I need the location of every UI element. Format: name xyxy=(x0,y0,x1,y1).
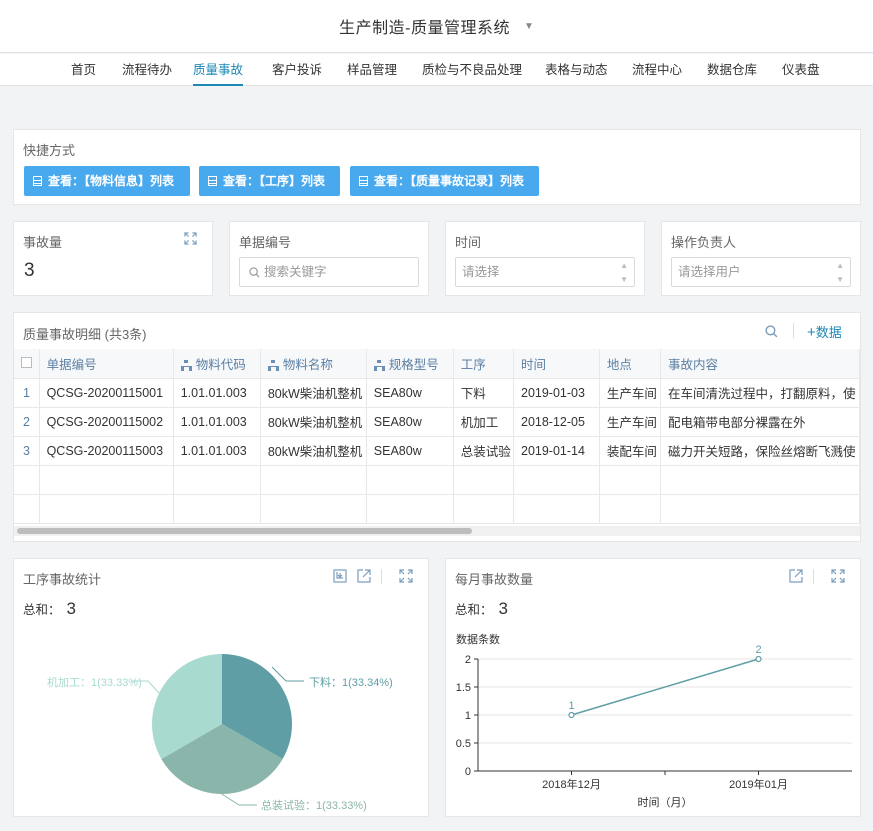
pie-panel-title: 工序事故统计 xyxy=(23,572,102,587)
data-label: 1 xyxy=(568,700,574,712)
owner-filter-card: 操作负责人 请选择用户 ▲ ▼ xyxy=(661,221,861,296)
time-filter-card: 时间 请选择 ▲ ▼ xyxy=(445,221,645,296)
table-row[interactable]: 2 QCSG-20200115002 1.01.01.003 80kW柴油机整机 SEA… xyxy=(14,407,860,437)
col-location[interactable]: 地点 xyxy=(599,349,661,379)
count-label: 事故量 xyxy=(23,235,63,250)
nav-quality-incident[interactable]: 质量事故 xyxy=(193,54,244,86)
col-time[interactable]: 时间 xyxy=(513,349,600,379)
incident-count-card: 事故量 3 xyxy=(13,221,213,296)
nav-samples[interactable]: 样品管理 xyxy=(347,54,397,86)
nav-tables[interactable]: 表格与动态 xyxy=(545,54,608,86)
hierarchy-icon xyxy=(180,359,192,371)
y-axis-label: 数据条数 xyxy=(456,632,500,646)
open-external-icon[interactable] xyxy=(357,569,371,583)
table-row[interactable]: 1 QCSG-20200115001 1.01.01.003 80kW柴油机整机 SEA… xyxy=(14,378,860,408)
shortcuts-title: 快捷方式 xyxy=(23,143,76,158)
nav-process-center[interactable]: 流程中心 xyxy=(632,54,682,86)
table-icon xyxy=(359,176,368,186)
horizontal-scrollbar[interactable] xyxy=(14,526,860,536)
download-icon[interactable] xyxy=(333,569,347,583)
monthly-incident-panel: 每月事故数量 总和： 3 数据条数 0 0.5 1 1.5 2 2018年12月 2019年01… xyxy=(445,558,861,817)
pie-label: 下料：1(33.34%) xyxy=(309,675,393,689)
expand-icon[interactable] xyxy=(184,232,197,245)
x-axis-label: 时间（月） xyxy=(638,796,693,809)
y-tick-label: 0.5 xyxy=(456,738,471,750)
incident-table-card: 质量事故明细 (共3条) +数据 单据编号 物料代码 物料名称 规格型号 工序 … xyxy=(13,312,861,542)
pie-chart: 下料：1(33.34%) 总装试验：1(33.33%) 机加工：1(33.33%) xyxy=(47,654,393,812)
add-data-button[interactable]: +数据 xyxy=(807,322,842,341)
expand-icon[interactable] xyxy=(399,569,413,583)
time-select[interactable]: 请选择 ▲ ▼ xyxy=(455,257,635,287)
view-process-button[interactable]: 查看：【工序】列表 xyxy=(199,166,340,196)
plus-icon: + xyxy=(807,324,816,341)
hierarchy-icon xyxy=(373,359,385,371)
doc-no-search-input[interactable]: 搜索关键字 xyxy=(239,257,419,287)
table-icon xyxy=(33,176,42,186)
divider xyxy=(793,323,794,338)
shortcuts-panel: 快捷方式 查看：【物料信息】列表 查看：【工序】列表 查看：【质量事故记录】列表 xyxy=(13,129,861,205)
empty-row xyxy=(14,465,860,495)
expand-icon[interactable] xyxy=(831,569,845,583)
nav-complaints[interactable]: 客户投诉 xyxy=(272,54,322,86)
open-external-icon[interactable] xyxy=(789,569,803,583)
owner-select[interactable]: 请选择用户 ▲ ▼ xyxy=(671,257,851,287)
table-row[interactable]: 3 QCSG-20200115003 1.01.01.003 80kW柴油机整机 SEA… xyxy=(14,436,860,466)
nav-dashboard[interactable]: 仪表盘 xyxy=(782,54,820,86)
x-tick-label: 2018年12月 xyxy=(542,777,601,791)
main-nav: 首页 流程待办 质量事故 客户投诉 样品管理 质检与不良品处理 表格与动态 流程… xyxy=(0,54,873,86)
data-label: 2 xyxy=(755,644,761,656)
table-icon xyxy=(208,176,217,186)
incident-table: 单据编号 物料代码 物料名称 规格型号 工序 时间 地点 事故内容 1 QCSG-… xyxy=(14,349,860,524)
col-material-name[interactable]: 物料名称 xyxy=(260,349,367,379)
line-panel-title: 每月事故数量 xyxy=(455,572,534,587)
hierarchy-icon xyxy=(267,359,279,371)
line-chart: 数据条数 0 0.5 1 1.5 2 2018年12月 2019年01月 1 2 时间（月） xyxy=(456,632,852,809)
y-tick-label: 1 xyxy=(465,710,471,722)
view-incident-records-button[interactable]: 查看：【质量事故记录】列表 xyxy=(350,166,539,196)
app-title[interactable]: 生产制造-质量管理系统 xyxy=(339,14,510,38)
nav-home[interactable]: 首页 xyxy=(71,54,96,86)
select-arrows-icon: ▲ ▼ xyxy=(620,261,628,284)
search-icon xyxy=(249,267,260,278)
pie-sum: 总和： 3 xyxy=(23,599,76,618)
divider xyxy=(381,569,382,584)
col-process[interactable]: 工序 xyxy=(453,349,515,379)
col-spec[interactable]: 规格型号 xyxy=(366,349,454,379)
nav-inspection[interactable]: 质检与不良品处理 xyxy=(422,54,522,86)
select-arrows-icon: ▲ ▼ xyxy=(836,261,844,284)
doc-no-filter-card: 单据编号 搜索关键字 xyxy=(229,221,429,296)
pie-leader-line xyxy=(271,666,304,682)
doc-no-label: 单据编号 xyxy=(239,235,292,250)
chevron-down-icon[interactable]: ▼ xyxy=(524,21,534,32)
time-label: 时间 xyxy=(455,235,482,250)
col-doc-no[interactable]: 单据编号 xyxy=(39,349,174,379)
nav-data-warehouse[interactable]: 数据仓库 xyxy=(707,54,757,86)
data-point[interactable] xyxy=(755,655,762,663)
col-content[interactable]: 事故内容 xyxy=(660,349,860,379)
scrollbar-thumb[interactable] xyxy=(17,528,472,534)
empty-row xyxy=(14,494,860,524)
line-sum: 总和： 3 xyxy=(455,599,508,618)
view-materials-button[interactable]: 查看：【物料信息】列表 xyxy=(24,166,190,196)
x-tick-label: 2019年01月 xyxy=(729,777,788,791)
pie-label: 机加工：1(33.33%) xyxy=(47,675,142,689)
select-all-checkbox[interactable] xyxy=(14,349,40,379)
table-title: 质量事故明细 (共3条) xyxy=(23,327,147,342)
nav-todo[interactable]: 流程待办 xyxy=(122,54,172,86)
count-value: 3 xyxy=(24,260,35,281)
owner-label: 操作负责人 xyxy=(671,235,737,250)
app-header: 生产制造-质量管理系统 ▼ xyxy=(0,0,873,53)
data-point[interactable] xyxy=(568,711,575,719)
process-incident-panel: 工序事故统计 总和： 3 下料：1(33.34%) 总装试验：1(33.33%) 机加… xyxy=(13,558,429,817)
table-header-row: 单据编号 物料代码 物料名称 规格型号 工序 时间 地点 事故内容 xyxy=(14,349,860,379)
y-tick-label: 1.5 xyxy=(456,682,471,694)
search-icon[interactable] xyxy=(765,325,778,338)
y-tick-label: 2 xyxy=(465,654,471,666)
pie-label: 总装试验：1(33.33%) xyxy=(261,798,367,812)
y-tick-label: 0 xyxy=(465,766,471,778)
divider xyxy=(813,569,814,584)
col-material-code[interactable]: 物料代码 xyxy=(173,349,261,379)
